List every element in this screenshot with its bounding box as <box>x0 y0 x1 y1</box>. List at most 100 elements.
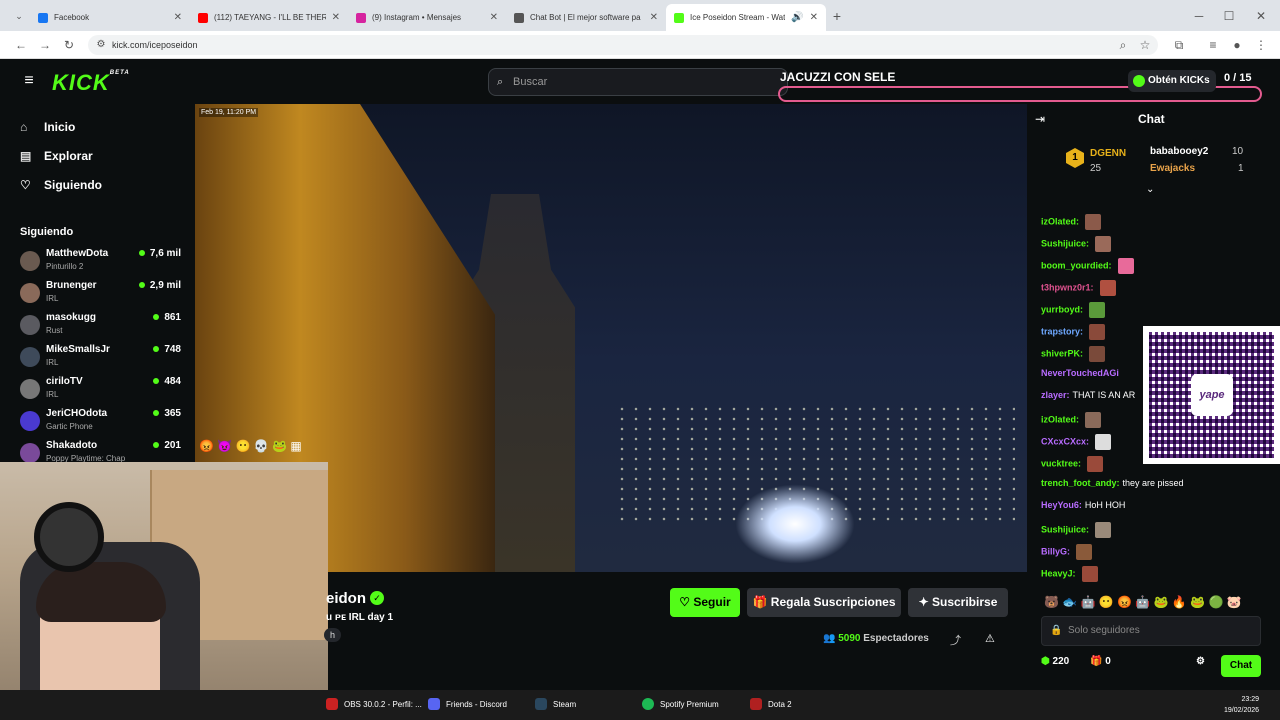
hamburger-menu-icon[interactable]: ≡ <box>20 72 38 90</box>
speaker-icon[interactable]: 🔊 <box>791 12 803 23</box>
chat-emote-strip[interactable]: 🐻 🐟 🤖 😶 😡 🤖 🐸 🔥 🐸 🟢 🐷 <box>1044 595 1242 609</box>
chat-username[interactable]: trench_foot_andy: <box>1041 478 1120 488</box>
chat-username[interactable]: izOlated: <box>1041 414 1079 424</box>
report-icon[interactable]: ⚠ <box>985 632 995 645</box>
chat-username[interactable]: HeavyJ: <box>1041 568 1076 578</box>
menu-kebab-icon[interactable]: ⋮ <box>1252 36 1270 54</box>
maximize-button[interactable]: ☐ <box>1220 7 1238 25</box>
video-timestamp: Feb 19, 11:20 PM <box>199 108 259 117</box>
chat-settings-icon[interactable]: ⚙ <box>1196 656 1205 667</box>
site-info-icon[interactable]: ⚙ <box>92 36 110 54</box>
kick-logo[interactable]: KICKBETA <box>52 70 130 96</box>
chat-username[interactable]: vucktree: <box>1041 458 1081 468</box>
tab-chatbot[interactable]: Chat Bot | El mejor software pa ✕ <box>506 4 666 31</box>
media-icon[interactable]: ≡ <box>1204 36 1222 54</box>
chat-username[interactable]: HeyYou6: <box>1041 500 1082 510</box>
chat-username[interactable]: CXcxCXcx: <box>1041 436 1089 446</box>
extensions-icon[interactable]: ⧉ <box>1170 36 1188 54</box>
browse-icon: ▤ <box>20 149 32 163</box>
chat-send-button[interactable]: Chat <box>1221 655 1261 677</box>
close-window-button[interactable]: ✕ <box>1252 7 1270 25</box>
followed-channel[interactable]: JeriCHOdota Gartic Phone 365 <box>20 408 185 438</box>
tab-youtube[interactable]: (112) TAEYANG - I'LL BE THERE ✕ <box>190 4 348 31</box>
nav-siguiendo[interactable]: ♡ Siguiendo <box>20 178 102 192</box>
gift-count[interactable]: 0 <box>1105 656 1111 667</box>
forward-button[interactable]: → <box>36 36 54 54</box>
chat-username[interactable]: izOlated: <box>1041 216 1079 226</box>
kick-icon <box>674 12 684 23</box>
followed-channel[interactable]: masokugg Rust 861 <box>20 312 185 342</box>
followed-channel[interactable]: MikeSmallsJr IRL 748 <box>20 344 185 374</box>
url-field[interactable]: kick.com/iceposeidon <box>88 35 1158 55</box>
taskbar-dota2[interactable]: Dota 2 <box>750 698 792 710</box>
chat-username[interactable]: Sushijuice: <box>1041 524 1089 534</box>
close-tab-icon[interactable]: ✕ <box>174 12 182 23</box>
taskbar-spotify[interactable]: Spotify Premium <box>642 698 719 710</box>
search-input[interactable]: ⌕ Buscar <box>488 68 788 96</box>
close-tab-icon[interactable]: ✕ <box>650 12 658 23</box>
close-tab-icon[interactable]: ✕ <box>332 12 340 23</box>
chat-username[interactable]: trapstory: <box>1041 326 1083 336</box>
chat-username[interactable]: NeverTouchedAGi <box>1041 368 1119 378</box>
subscribe-button[interactable]: ✦ Suscribirse <box>908 588 1008 617</box>
leader-top-user: DGENN <box>1090 148 1127 159</box>
gift-subs-button[interactable]: 🎁 Regala Suscripciones <box>747 588 901 617</box>
lock-icon: 🔒 <box>1050 625 1063 636</box>
overlay-banner-text: JACUZZI CON SELE <box>780 70 896 84</box>
leader-third-user: Ewajacks <box>1150 163 1196 174</box>
new-tab-button[interactable]: + <box>828 7 846 25</box>
chat-emote <box>1095 236 1112 252</box>
chat-input[interactable]: 🔒 Solo seguidores <box>1041 616 1261 646</box>
os-taskbar <box>0 690 1280 720</box>
close-tab-icon[interactable]: ✕ <box>490 12 498 23</box>
nav-explorar[interactable]: ▤ Explorar <box>20 149 93 163</box>
search-icon: ⌕ <box>497 76 504 88</box>
chat-message: BillyG: <box>1041 544 1093 560</box>
tab-instagram[interactable]: (9) Instagram • Mensajes ✕ <box>348 4 506 31</box>
taskbar-obs[interactable]: OBS 30.0.2 - Perfil: ... <box>326 698 422 710</box>
qr-center-logo: yape <box>1191 374 1233 416</box>
gift-box-icon: 🎁 <box>1089 656 1103 667</box>
tab-facebook[interactable]: Facebook ✕ <box>30 4 190 31</box>
obs-icon <box>326 698 338 710</box>
channel-points[interactable]: 220 <box>1053 656 1070 667</box>
tab-search-icon[interactable]: ⌄ <box>10 7 28 25</box>
minimize-button[interactable]: ─ <box>1190 7 1208 25</box>
taskbar-steam[interactable]: Steam <box>535 698 576 710</box>
chat-username[interactable]: Sushijuice: <box>1041 238 1089 248</box>
collapse-chat-icon[interactable]: ⇥ <box>1035 112 1045 126</box>
tab-kick-active[interactable]: Ice Poseidon Stream - Wat 🔊 ✕ <box>666 4 826 31</box>
followed-channel[interactable]: Brunenger IRL 2,9 mil <box>20 280 185 310</box>
leader-top-count: 25 <box>1090 163 1102 174</box>
qr-code-overlay: yape <box>1143 326 1280 464</box>
stream-tag[interactable]: h <box>324 628 342 642</box>
followed-channel[interactable]: ciriloTV IRL 484 <box>20 376 185 406</box>
reload-button[interactable]: ↻ <box>60 36 78 54</box>
chat-username[interactable]: yurrboyd: <box>1041 304 1083 314</box>
chat-username[interactable]: shiverPK: <box>1041 348 1083 358</box>
profile-avatar[interactable]: ● <box>1228 36 1246 54</box>
share-icon[interactable]: ⤴ <box>950 632 961 648</box>
heart-icon: ♡ <box>20 178 31 192</box>
bookmark-star-icon[interactable]: ☆ <box>1136 36 1154 54</box>
channel-name[interactable]: eidon <box>326 590 366 607</box>
chat-emote <box>1099 280 1116 296</box>
chat-username[interactable]: t3hpwnz0r1: <box>1041 282 1094 292</box>
zoom-icon[interactable]: ⌕ <box>1114 36 1132 54</box>
back-button[interactable]: ← <box>12 36 30 54</box>
close-tab-icon[interactable]: ✕ <box>810 12 818 23</box>
chat-message: trench_foot_andy: they are pissed <box>1041 478 1184 488</box>
get-kicks-button[interactable]: Obtén KICKs <box>1128 70 1216 92</box>
taskbar-discord[interactable]: Friends - Discord <box>428 698 507 710</box>
chat-username[interactable]: BillyG: <box>1041 546 1070 556</box>
leader-second-count: 10 <box>1232 146 1244 157</box>
chat-username[interactable]: zlayer: <box>1041 390 1070 400</box>
chat-username[interactable]: boom_yourdied: <box>1041 260 1112 270</box>
chat-divider-chevron-icon[interactable]: ⌄ <box>1146 184 1154 195</box>
followed-channel[interactable]: MatthewDota Pinturillo 2 7,6 mil <box>20 248 185 278</box>
leader-third-count: 1 <box>1238 163 1244 174</box>
nav-inicio[interactable]: ⌂ Inicio <box>20 120 75 134</box>
avatar <box>20 411 40 431</box>
system-clock[interactable]: 23:29 19/02/2026 <box>1224 694 1259 716</box>
follow-button[interactable]: ♡ Seguir <box>670 588 740 617</box>
